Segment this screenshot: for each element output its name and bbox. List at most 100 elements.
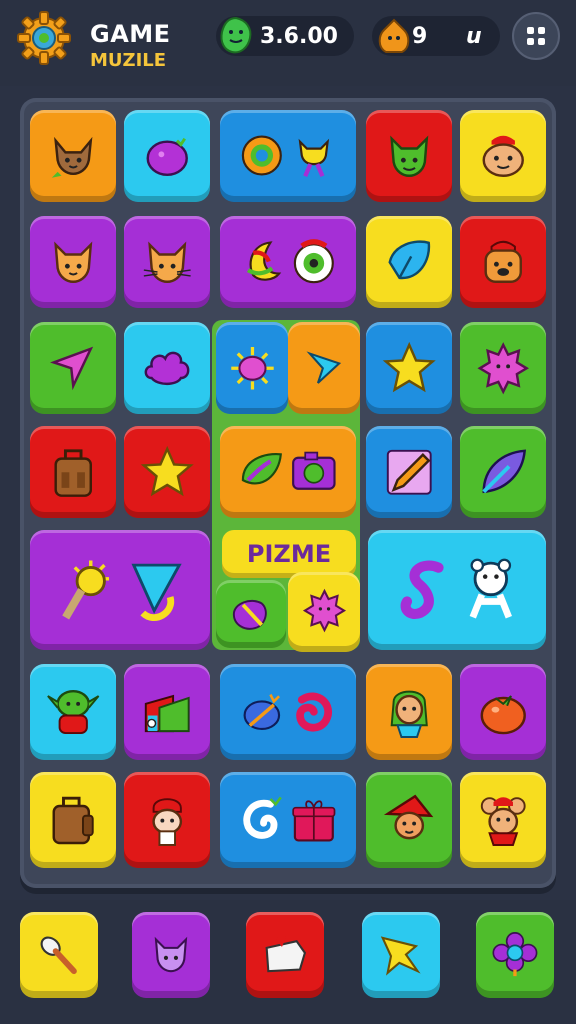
tile-pink-sun-yellow[interactable]	[288, 572, 360, 652]
pennant-icon	[131, 563, 182, 621]
tray-slot-purple-cat[interactable]	[132, 912, 210, 998]
tile-luggage[interactable]	[30, 772, 116, 868]
tile-pink-sun[interactable]	[216, 322, 288, 414]
tray-slot-purple-flower[interactable]	[476, 912, 554, 998]
tile-bird-swirl[interactable]	[220, 664, 356, 760]
tile-chart[interactable]	[124, 664, 210, 760]
coin-bag-icon	[372, 14, 416, 58]
cat-face-icon	[53, 241, 93, 283]
tile-mouse[interactable]	[460, 772, 546, 868]
white-cloth-icon	[265, 936, 307, 973]
tile-leaf-camera[interactable]	[220, 426, 356, 518]
tile-purple-cloud[interactable]	[124, 322, 210, 414]
lives-value: 9	[412, 24, 428, 49]
pink-spiky-icon	[477, 341, 529, 395]
tile-pink-spiky[interactable]	[460, 322, 546, 414]
blue-arrow-icon	[306, 351, 341, 384]
tile-ring-cat[interactable]	[220, 110, 356, 202]
tile-purple-fruit[interactable]	[124, 110, 210, 202]
blue-leaf-icon	[388, 240, 430, 279]
tile-chef[interactable]	[124, 772, 210, 868]
tile-gnome[interactable]	[366, 772, 452, 868]
camera-icon	[292, 452, 336, 491]
tile-star-red[interactable]	[124, 426, 210, 518]
bear-icon	[484, 240, 522, 283]
tray-slot-spoon[interactable]	[20, 912, 98, 998]
tile-goblin[interactable]	[30, 664, 116, 760]
fox-icon	[51, 136, 93, 178]
purple-fruit-icon	[146, 137, 188, 176]
spoon-icon	[40, 937, 77, 975]
tile-backpack[interactable]	[30, 426, 116, 518]
blue-feather-icon	[482, 449, 526, 493]
tile-girl-braids[interactable]	[366, 664, 452, 760]
menu-icon	[527, 27, 545, 45]
chart-icon	[144, 695, 190, 733]
luggage-icon	[52, 797, 94, 845]
moon-icon	[247, 241, 282, 282]
game-title: GAME	[90, 20, 171, 48]
pencil-icon	[386, 449, 432, 495]
game-subtitle: MUZILE	[90, 50, 167, 71]
tray-slot-white-cloth[interactable]	[246, 912, 324, 998]
lives-counter[interactable]: 9 u	[372, 16, 500, 56]
hamster-icon	[482, 135, 524, 177]
tomato-icon	[480, 695, 526, 735]
gear-icon[interactable]	[16, 10, 72, 66]
cat-whiskers-icon	[143, 241, 191, 283]
leaf-icon	[242, 453, 283, 485]
eye-icon	[293, 239, 334, 284]
star-icon	[140, 445, 194, 496]
tile-moon-eye[interactable]	[220, 216, 356, 308]
squiggle-icon	[400, 560, 445, 619]
yellow-star-icon	[380, 936, 421, 977]
green-gem-icon	[214, 14, 258, 58]
tile-cat-face[interactable]	[30, 216, 116, 308]
tile-purple-gem[interactable]	[216, 580, 286, 648]
tile-squiggle-bear[interactable]	[368, 530, 546, 650]
purple-cat-icon	[154, 937, 188, 973]
bird-icon	[243, 694, 281, 731]
pink-sun-icon	[302, 588, 346, 633]
tile-star[interactable]	[366, 322, 452, 414]
chef-icon	[152, 798, 182, 847]
white-swirl-icon	[243, 796, 283, 839]
currency-counter[interactable]: 3.6.00	[216, 16, 354, 56]
mouse-icon	[480, 797, 526, 847]
tile-fox[interactable]	[30, 110, 116, 202]
tile-hamster[interactable]	[460, 110, 546, 202]
tile-pink-arrow[interactable]	[30, 322, 116, 414]
tray-slot-yellow-star[interactable]	[362, 912, 440, 998]
purple-gem-icon	[233, 599, 268, 630]
tile-blue-arrow[interactable]	[288, 322, 360, 414]
tile-pencil[interactable]	[366, 426, 452, 518]
tile-sun-wand-pennant[interactable]	[30, 530, 210, 650]
gnome-icon	[383, 794, 434, 840]
extra-label: u	[466, 24, 482, 49]
tile-blue-feather[interactable]	[460, 426, 546, 518]
pink-arrow-icon	[49, 346, 93, 390]
red-swirl-icon	[296, 692, 332, 732]
purple-cloud-icon	[144, 351, 190, 385]
tile-bear[interactable]	[460, 216, 546, 308]
backpack-icon	[54, 449, 92, 497]
tile-cat-whiskers[interactable]	[124, 216, 210, 308]
star-icon	[382, 341, 436, 392]
goblin-icon	[46, 690, 100, 735]
ring-icon	[242, 135, 283, 177]
purple-flower-icon	[492, 932, 538, 977]
sun-wand-icon	[61, 560, 109, 620]
top-bar: GAME MUZILE 3.6.00 9 u	[0, 0, 576, 86]
white-bear-icon	[469, 558, 512, 619]
menu-button[interactable]	[512, 12, 560, 60]
tile-blue-leaf[interactable]	[366, 216, 452, 308]
cat-icon	[298, 139, 330, 178]
tile-tomato[interactable]	[460, 664, 546, 760]
tile-swirl-gift[interactable]	[220, 772, 356, 868]
currency-value: 3.6.00	[260, 24, 338, 49]
pink-sun-icon	[230, 346, 274, 390]
gift-icon	[292, 800, 336, 842]
tile-green-cat[interactable]	[366, 110, 452, 202]
center-label: PIZME	[222, 530, 356, 578]
girl-braids-icon	[390, 691, 428, 739]
